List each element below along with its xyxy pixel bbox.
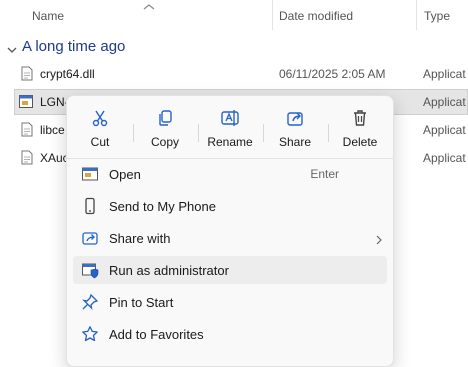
menu-item-run-as-admin[interactable]: Run as administrator — [73, 256, 387, 284]
group-title: A long time ago — [22, 38, 126, 55]
menu-item-label: Open — [109, 167, 141, 182]
shortcut-label: Enter — [310, 167, 339, 181]
file-name: libce — [40, 123, 65, 137]
menu-item-open[interactable]: Open Enter — [73, 160, 387, 188]
exe-file-icon — [19, 95, 33, 108]
shield-icon — [81, 261, 99, 279]
file-row[interactable]: crypt64.dll 06/11/2025 2:05 AM Applicat — [0, 61, 468, 87]
delete-button[interactable]: Delete — [328, 102, 392, 154]
rename-icon — [220, 108, 240, 128]
star-icon — [81, 325, 99, 343]
sort-chevron-icon — [143, 0, 155, 16]
copy-label: Copy — [150, 135, 179, 149]
column-header-type[interactable]: Type — [424, 9, 450, 23]
file-date: 06/11/2025 2:05 AM — [279, 67, 386, 81]
menu-item-label: Run as administrator — [109, 263, 229, 278]
dll-file-icon — [21, 122, 33, 137]
column-header-bar: Name Date modified Type — [0, 0, 468, 30]
menu-item-label: Send to My Phone — [109, 199, 216, 214]
cut-label: Cut — [90, 135, 110, 149]
share-label: Share — [278, 135, 312, 149]
rename-button[interactable]: Rename — [198, 102, 262, 154]
file-type: Applicat — [423, 123, 466, 137]
copy-icon — [155, 108, 175, 128]
chevron-right-icon — [375, 233, 383, 248]
file-type: Applicat — [423, 95, 466, 109]
group-header[interactable]: A long time ago — [0, 36, 300, 58]
column-divider[interactable] — [416, 0, 417, 30]
menu-item-pin-to-start[interactable]: Pin to Start — [73, 288, 387, 316]
rename-label: Rename — [207, 135, 253, 149]
dll-file-icon — [21, 66, 33, 81]
menu-item-label: Share with — [109, 231, 171, 246]
trash-icon — [350, 108, 370, 128]
context-menu: Cut Copy Rename Share Delete Open Enter … — [66, 95, 394, 367]
file-type: Applicat — [423, 151, 466, 165]
menu-item-share-with[interactable]: Share with — [73, 224, 387, 252]
menu-item-label: Add to Favorites — [109, 327, 204, 342]
file-name: LGN- — [40, 95, 69, 109]
dll-file-icon — [21, 150, 33, 165]
file-type: Applicat — [423, 67, 466, 81]
open-app-icon — [81, 165, 99, 183]
chevron-down-icon[interactable] — [7, 41, 17, 59]
file-name: XAuc — [40, 151, 69, 165]
column-header-date-modified[interactable]: Date modified — [279, 9, 353, 23]
column-header-name[interactable]: Name — [32, 9, 64, 23]
menu-item-send-to-phone[interactable]: Send to My Phone — [73, 192, 387, 220]
share-icon — [285, 108, 305, 128]
scissors-icon — [90, 108, 110, 128]
share-button[interactable]: Share — [263, 102, 327, 154]
copy-button[interactable]: Copy — [133, 102, 197, 154]
delete-label: Delete — [342, 135, 378, 149]
file-name: crypt64.dll — [40, 67, 95, 81]
cut-button[interactable]: Cut — [68, 102, 132, 154]
menu-item-label: Pin to Start — [109, 295, 174, 310]
menu-separator — [67, 158, 393, 159]
phone-icon — [81, 197, 99, 215]
share-with-icon — [81, 229, 99, 247]
menu-item-add-to-favorites[interactable]: Add to Favorites — [73, 320, 387, 348]
column-divider[interactable] — [272, 0, 273, 30]
pin-icon — [81, 293, 99, 311]
